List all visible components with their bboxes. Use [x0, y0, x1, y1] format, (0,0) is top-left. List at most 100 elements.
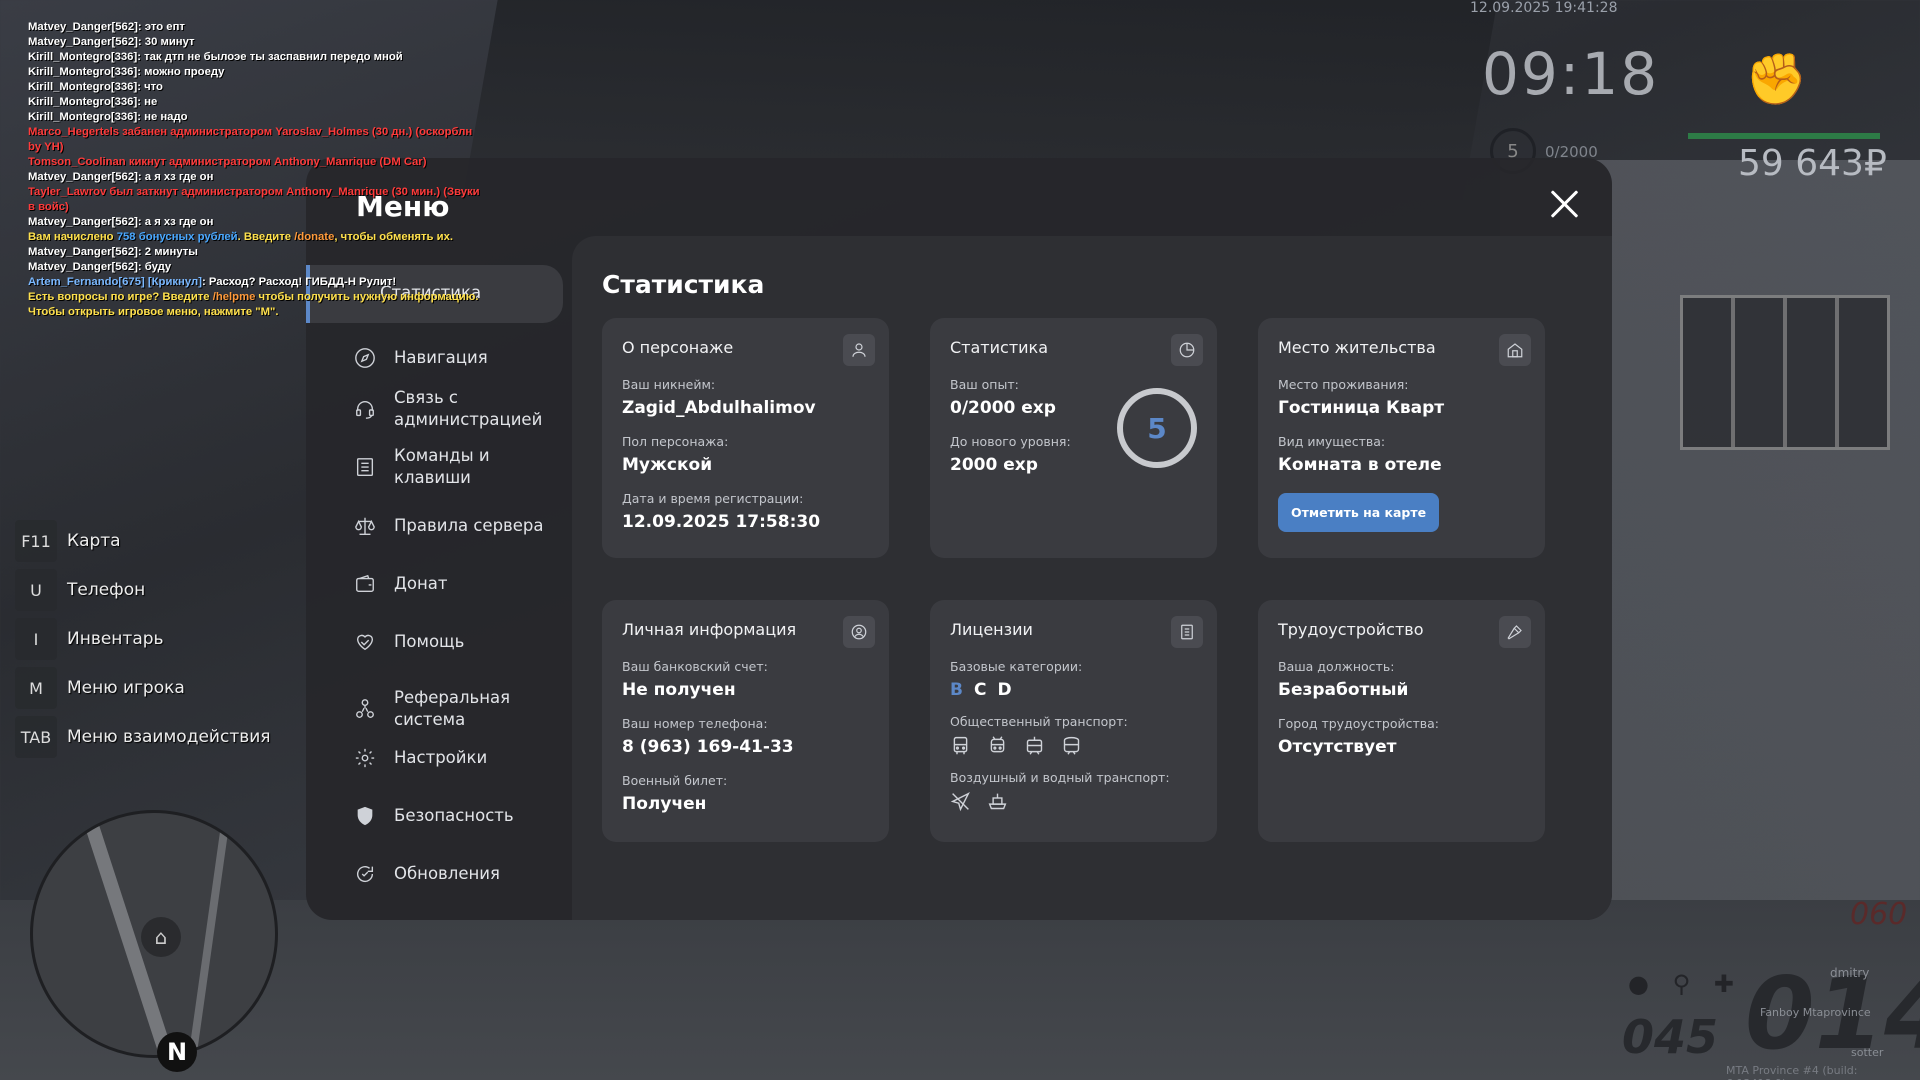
user-icon	[843, 334, 875, 366]
wallet-icon	[354, 573, 376, 595]
chat-segment: Tayler_Lawrov был заткнут администраторо…	[28, 186, 480, 198]
card-title: Статистика	[950, 338, 1048, 357]
chat-segment: Вам начислено	[28, 231, 117, 243]
metro-icon	[1063, 736, 1080, 755]
key-cap: F11	[15, 520, 57, 562]
hud-player-name: dmitry	[1830, 966, 1870, 980]
home-icon	[1499, 334, 1531, 366]
registration-value: 12.09.2025 17:58:30	[622, 512, 821, 532]
section-title: Статистика	[602, 270, 765, 299]
list-icon	[354, 456, 376, 478]
key-cap: TAB	[15, 716, 57, 758]
chat-line: Tomson_Coolinan кикнут администратором A…	[28, 155, 508, 170]
chat-line: Artem_Fernando[675] [Крикнул]: Расход? Р…	[28, 275, 508, 290]
field-label: Пол персонажа:	[622, 434, 729, 449]
keybind-player-menu: M Меню игрока	[15, 667, 271, 709]
keybind-label: Меню игрока	[67, 678, 185, 698]
sidebar-item-rules[interactable]: Правила сервера	[354, 515, 564, 537]
compass-icon	[354, 347, 376, 369]
keybind-list: F11 Карта U Телефон I Инвентарь M Меню и…	[15, 520, 271, 765]
chat-line: Kirill_Montegro[336]: так дтп не былоэе …	[28, 50, 508, 65]
stats-panel: Статистика О персонаже Ваш никнейм: Zagi…	[572, 236, 1612, 920]
sidebar-item-label: Связь с администрацией	[394, 388, 543, 429]
sidebar-item-label: Команды и клавиши	[394, 446, 490, 487]
sidebar-item-donate[interactable]: Донат	[354, 573, 564, 595]
sidebar-item-label: Настройки	[394, 748, 488, 767]
chat-segment: , чтобы обменять их.	[334, 231, 454, 243]
sex-value: Мужской	[622, 455, 713, 475]
chat-log: Matvey_Danger[562]: это епт Matvey_Danger…	[28, 20, 508, 320]
chat-segment: Matvey_Danger[562]: а я хз где он	[28, 171, 214, 183]
headset-icon	[354, 398, 376, 420]
keybind-map: F11 Карта	[15, 520, 271, 562]
house-icon: ⌂	[141, 917, 181, 957]
job-city-value: Отсутствует	[1278, 737, 1397, 757]
chat-segment: Tomson_Coolinan кикнут администратором A…	[28, 156, 427, 168]
property-type-value: Комната в отеле	[1278, 455, 1442, 475]
boat-icon	[988, 793, 1007, 810]
field-label: Ваша должность:	[1278, 659, 1395, 674]
chat-line: Marco_Hegertels забанен администратором …	[28, 125, 508, 140]
sidebar-item-commands[interactable]: Команды и клавиши	[354, 445, 564, 489]
sidebar-item-help[interactable]: Помощь	[354, 631, 564, 653]
card-licenses: Лицензии Базовые категории: B C D Общест…	[930, 600, 1217, 842]
sidebar-item-label: Обновления	[394, 864, 500, 883]
sidebar-item-label: Безопасность	[394, 806, 514, 825]
chat-line: Matvey_Danger[562]: 2 минуты	[28, 245, 508, 260]
sidebar-item-security[interactable]: Безопасность	[354, 805, 564, 827]
field-label: Базовые категории:	[950, 659, 1083, 674]
sidebar-item-admin-contact[interactable]: Связь с администрацией	[354, 387, 564, 431]
public-transport-licenses	[950, 735, 1197, 756]
chat-segment: Matvey_Danger[562]: 30 минут	[28, 36, 195, 48]
license-category-b: B	[950, 680, 963, 700]
chat-segment: /helpme	[212, 291, 256, 303]
phone-value: 8 (963) 169-41-33	[622, 737, 794, 757]
chat-line: в войс)	[28, 200, 508, 215]
help-heart-icon	[354, 631, 376, 653]
sidebar-item-label: Правила сервера	[394, 516, 544, 535]
card-title: Личная информация	[622, 620, 797, 639]
user-circle-icon	[843, 616, 875, 648]
chat-segment: Есть вопросы по игре? Введите	[28, 291, 213, 303]
scene-window	[1680, 295, 1890, 450]
card-title: О персонаже	[622, 338, 734, 357]
sidebar-item-label: Донат	[394, 574, 448, 593]
keybind-label: Инвентарь	[67, 629, 164, 649]
chat-line: Чтобы открыть игровое меню, нажмите "M".	[28, 305, 508, 320]
mark-on-map-button[interactable]: Отметить на карте	[1278, 493, 1440, 532]
card-statistics: Статистика Ваш опыт: 0/2000 exp До новог…	[930, 318, 1217, 558]
card-personal: Личная информация Ваш банковский счет: Н…	[602, 600, 889, 842]
chat-segment: Чтобы открыть игровое меню, нажмите "M".	[28, 306, 279, 318]
keybind-label: Меню взаимодействия	[67, 727, 271, 747]
position-value: Безработный	[1278, 680, 1409, 700]
sidebar-item-referral[interactable]: Реферальная система	[354, 687, 564, 731]
keybind-label: Карта	[67, 531, 121, 551]
chat-segment: 758 бонусных рублей	[116, 231, 238, 243]
chat-line: Tayler_Lawrov был заткнут администраторо…	[28, 185, 508, 200]
chat-segment: Kirill_Montegro[336]: что	[28, 81, 163, 93]
sidebar-item-navigation[interactable]: Навигация	[354, 347, 564, 369]
field-label: Вид имущества:	[1278, 434, 1386, 449]
chat-line: Kirill_Montegro[336]: что	[28, 80, 508, 95]
sidebar-item-updates[interactable]: Обновления	[354, 863, 564, 885]
hud-rpm: 060	[1850, 897, 1908, 932]
residence-value: Гостиница Кварт	[1278, 398, 1445, 418]
chat-segment: Matvey_Danger[562]: буду	[28, 261, 172, 273]
chat-segment: Matvey_Danger[562]: это епт	[28, 21, 185, 33]
chat-line: Matvey_Danger[562]: а я хз где он	[28, 170, 508, 185]
key-cap: I	[15, 618, 57, 660]
card-character: О персонаже Ваш никнейм: Zagid_Abdulhali…	[602, 318, 889, 558]
chat-line: Kirill_Montegro[336]: не	[28, 95, 508, 110]
bank-value: Не получен	[622, 680, 736, 700]
pie-chart-icon	[1171, 334, 1203, 366]
field-label: Общественный транспорт:	[950, 714, 1128, 729]
license-categories: B C D	[950, 680, 1197, 700]
card-title: Трудоустройство	[1278, 620, 1424, 639]
hud-health-bar	[1688, 133, 1880, 139]
chat-segment: Matvey_Danger[562]: 2 минуты	[28, 246, 198, 258]
field-label: Дата и время регистрации:	[622, 491, 804, 506]
chat-line: Kirill_Montegro[336]: можно проеду	[28, 65, 508, 80]
close-button[interactable]	[1548, 188, 1580, 220]
chat-line: by YH)	[28, 140, 508, 155]
sidebar-item-settings[interactable]: Настройки	[354, 747, 564, 769]
